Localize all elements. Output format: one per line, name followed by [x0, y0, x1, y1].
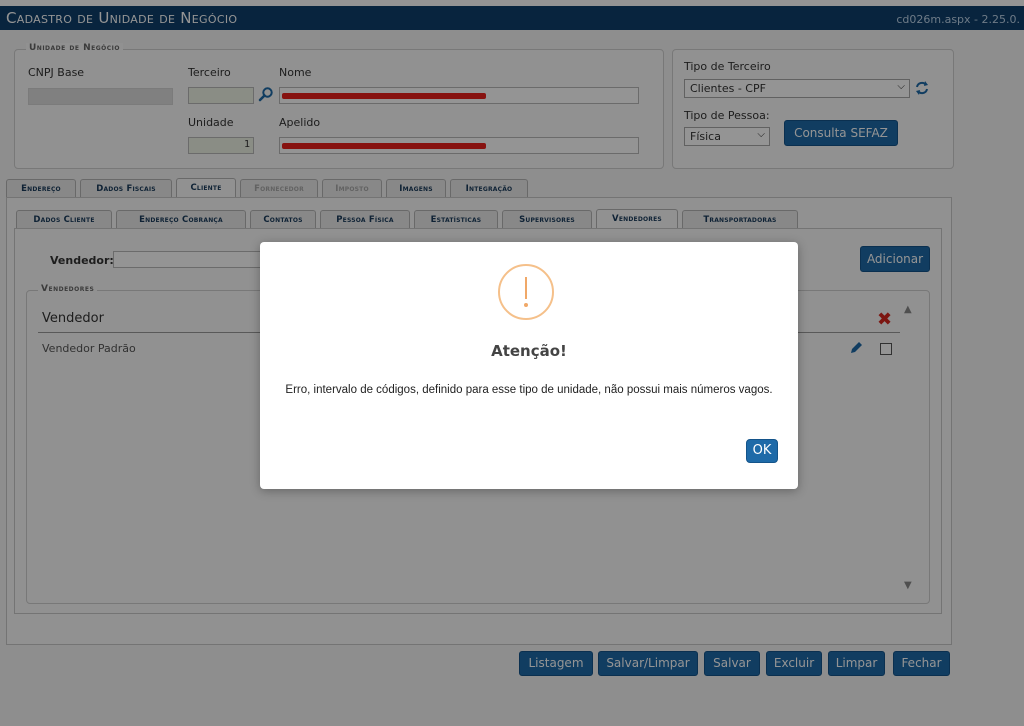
alert-dialog: Atenção! Erro, intervalo de códigos, def…: [260, 242, 798, 489]
warning-icon-dot: [524, 303, 528, 307]
warning-icon-bar: [525, 277, 527, 299]
dialog-title: Atenção!: [491, 342, 567, 360]
warning-icon: [498, 264, 554, 320]
dialog-message: Erro, intervalo de códigos, definido par…: [285, 384, 773, 396]
ok-button[interactable]: OK: [746, 439, 778, 463]
